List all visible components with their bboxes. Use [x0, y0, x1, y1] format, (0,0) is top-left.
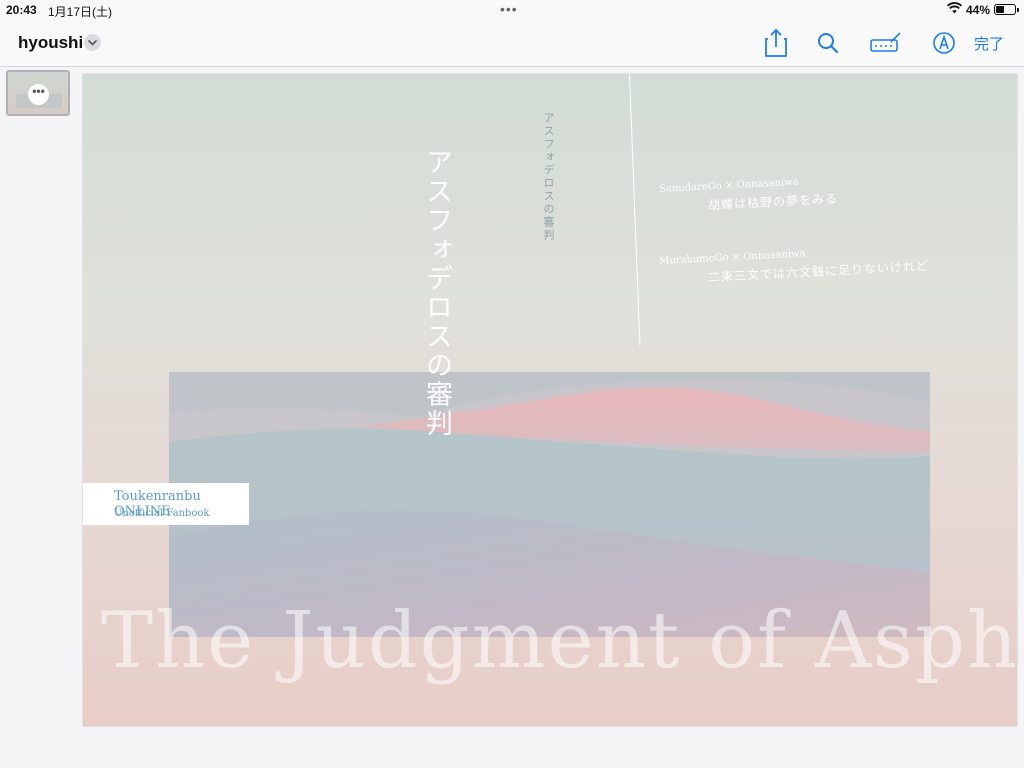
more-icon[interactable]: ••• [28, 84, 49, 105]
fanbook-label: Toukenranbu ONLINE Unofficial Fanbook [83, 483, 249, 525]
chevron-down-icon[interactable] [84, 34, 101, 51]
story-title: 胡蝶は枯野の夢をみる [707, 191, 839, 213]
vertical-title: アスフォデロスの審判 [421, 148, 452, 438]
battery-level [996, 6, 1004, 13]
page-thumbnail-sidebar: ••• [0, 67, 76, 768]
battery-percent: 44% [966, 3, 991, 17]
story-entry: MurakumoGo × Onnasaniwa 二束三文では六文銭に足りないけれ… [659, 242, 929, 288]
multitasking-dots-icon[interactable]: ••• [500, 1, 518, 17]
toolbar: hyoushi 完了 [0, 20, 1024, 67]
done-button[interactable]: 完了 [974, 33, 1004, 54]
status-date: 1月17日(土) [48, 5, 113, 19]
share-icon[interactable] [764, 28, 788, 58]
english-title: The Judgment of Asphodel [101, 596, 1017, 686]
vertical-subtitle: アスフォデロスの審判 [542, 112, 555, 242]
label-line-2: Unofficial Fanbook [114, 508, 210, 519]
divider-line [629, 74, 641, 346]
pencil-keyboard-icon[interactable] [869, 28, 903, 58]
status-time: 20:43 [6, 3, 37, 17]
search-icon[interactable] [816, 28, 840, 58]
document-title[interactable]: hyoushi [18, 33, 83, 53]
document-page: アスフォデロスの審判 アスフォデロスの審判 SamidareGo × Onnas… [83, 74, 1017, 726]
page-thumbnail[interactable]: ••• [6, 70, 70, 116]
markup-icon[interactable] [932, 28, 956, 58]
story-entry: SamidareGo × Onnasaniwa 胡蝶は枯野の夢をみる [659, 175, 838, 216]
status-bar: 20:43 1月17日(土) ••• 44% [0, 0, 1024, 20]
bottom-strip [0, 758, 1024, 768]
battery-icon [994, 4, 1019, 15]
wifi-icon [946, 2, 963, 17]
